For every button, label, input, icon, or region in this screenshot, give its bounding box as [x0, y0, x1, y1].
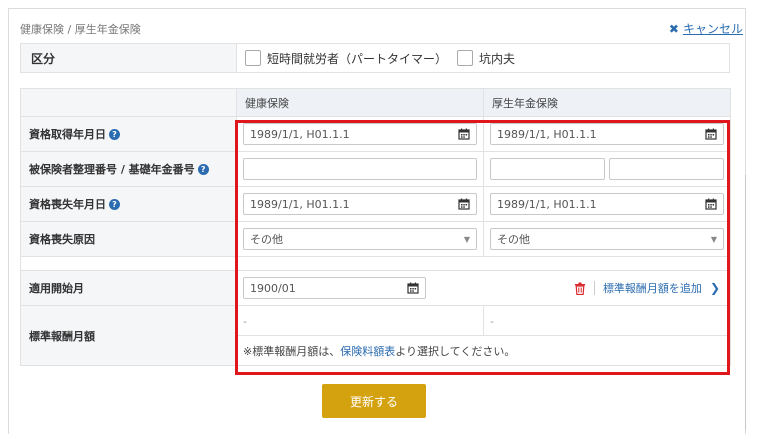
- header-blank: [20, 88, 237, 117]
- input-value: 1989/1/1, H01.1.1: [250, 197, 350, 211]
- close-icon: ✖: [668, 21, 679, 36]
- pension-number-input-1[interactable]: [490, 158, 605, 180]
- pension-acquire-date-input[interactable]: 1989/1/1, H01.1.1: [490, 123, 724, 145]
- help-icon[interactable]: ?: [197, 164, 209, 175]
- trash-icon[interactable]: [574, 282, 586, 295]
- section-title: 健康保険 / 厚生年金保険: [20, 23, 141, 36]
- insurance-table: 健康保険 厚生年金保険 資格取得年月日? 1989/1/1, H01.1.1 1…: [20, 88, 731, 366]
- pension-number-input-2[interactable]: [609, 158, 724, 180]
- apply-month-input[interactable]: 1900/01: [243, 277, 426, 299]
- help-icon[interactable]: ?: [109, 199, 120, 210]
- category-label: 区分: [21, 44, 237, 72]
- calendar-icon[interactable]: [458, 128, 470, 140]
- column-pension: 厚生年金保険: [483, 88, 731, 117]
- note-prefix: ※標準報酬月額は、: [243, 344, 341, 358]
- column-health: 健康保険: [236, 88, 484, 117]
- input-value: 1989/1/1, H01.1.1: [497, 127, 597, 141]
- row-label-std-salary: 標準報酬月額: [20, 305, 237, 366]
- health-acquire-date-input[interactable]: 1989/1/1, H01.1.1: [243, 123, 477, 145]
- pension-std-salary-value: -: [490, 314, 494, 328]
- chevron-down-icon: ▼: [463, 234, 470, 244]
- chevron-right-icon[interactable]: ❯: [710, 281, 720, 295]
- row-gap: [236, 256, 484, 271]
- row-gap: [20, 256, 237, 271]
- row-label-loss-reason: 資格喪失原因: [20, 221, 237, 257]
- scroll-divider: [745, 175, 746, 430]
- health-insured-number-input[interactable]: [243, 158, 477, 180]
- health-loss-date-input[interactable]: 1989/1/1, H01.1.1: [243, 193, 477, 215]
- miner-checkbox[interactable]: 坑内夫: [457, 50, 515, 67]
- row-label-acquire: 資格取得年月日?: [20, 116, 237, 152]
- update-button[interactable]: 更新する: [322, 384, 426, 418]
- health-std-salary-value: -: [243, 314, 247, 328]
- pension-loss-reason-select[interactable]: その他 ▼: [490, 228, 724, 250]
- input-value: 1989/1/1, H01.1.1: [250, 127, 350, 141]
- select-value: その他: [250, 233, 283, 246]
- row-gap: [483, 256, 731, 271]
- cancel-button[interactable]: ✖ キャンセル: [669, 20, 743, 37]
- chevron-down-icon: ▼: [710, 234, 717, 244]
- insured-no-label: 被保険者整理番号 / 基礎年金番号: [29, 163, 195, 176]
- health-loss-reason-select[interactable]: その他 ▼: [243, 228, 477, 250]
- row-label-apply-month: 適用開始月: [20, 270, 237, 306]
- note-suffix: より選択してください。: [395, 344, 516, 358]
- row-label-insured-no: 被保険者整理番号 / 基礎年金番号?: [20, 151, 237, 187]
- loss-date-label: 資格喪失年月日: [29, 198, 106, 211]
- separator: [593, 281, 595, 295]
- acquire-label: 資格取得年月日: [29, 128, 106, 141]
- std-salary-note: ※標準報酬月額は、保険料額表より選択してください。: [243, 345, 515, 358]
- checkbox-box[interactable]: [457, 50, 474, 66]
- select-value: その他: [497, 233, 530, 246]
- row-label-loss-date: 資格喪失年月日?: [20, 186, 237, 222]
- calendar-icon[interactable]: [458, 198, 470, 210]
- input-value: 1989/1/1, H01.1.1: [497, 197, 597, 211]
- pension-loss-date-input[interactable]: 1989/1/1, H01.1.1: [490, 193, 724, 215]
- calendar-icon[interactable]: [407, 282, 419, 294]
- calendar-icon[interactable]: [705, 198, 717, 210]
- calendar-icon[interactable]: [705, 128, 717, 140]
- help-icon[interactable]: ?: [109, 129, 120, 140]
- input-value: 1900/01: [250, 281, 296, 295]
- premium-table-link[interactable]: 保険料額表: [340, 345, 395, 358]
- part-timer-checkbox[interactable]: 短時間就労者（パートタイマー）: [245, 50, 447, 67]
- miner-label: 坑内夫: [479, 51, 516, 66]
- checkbox-box[interactable]: [245, 50, 261, 66]
- add-std-salary-link[interactable]: 標準報酬月額を追加: [603, 280, 702, 296]
- cancel-label: キャンセル: [682, 22, 743, 36]
- part-timer-label: 短時間就労者（パートタイマー）: [267, 51, 448, 66]
- category-row: 区分 短時間就労者（パートタイマー） 坑内夫: [20, 43, 730, 73]
